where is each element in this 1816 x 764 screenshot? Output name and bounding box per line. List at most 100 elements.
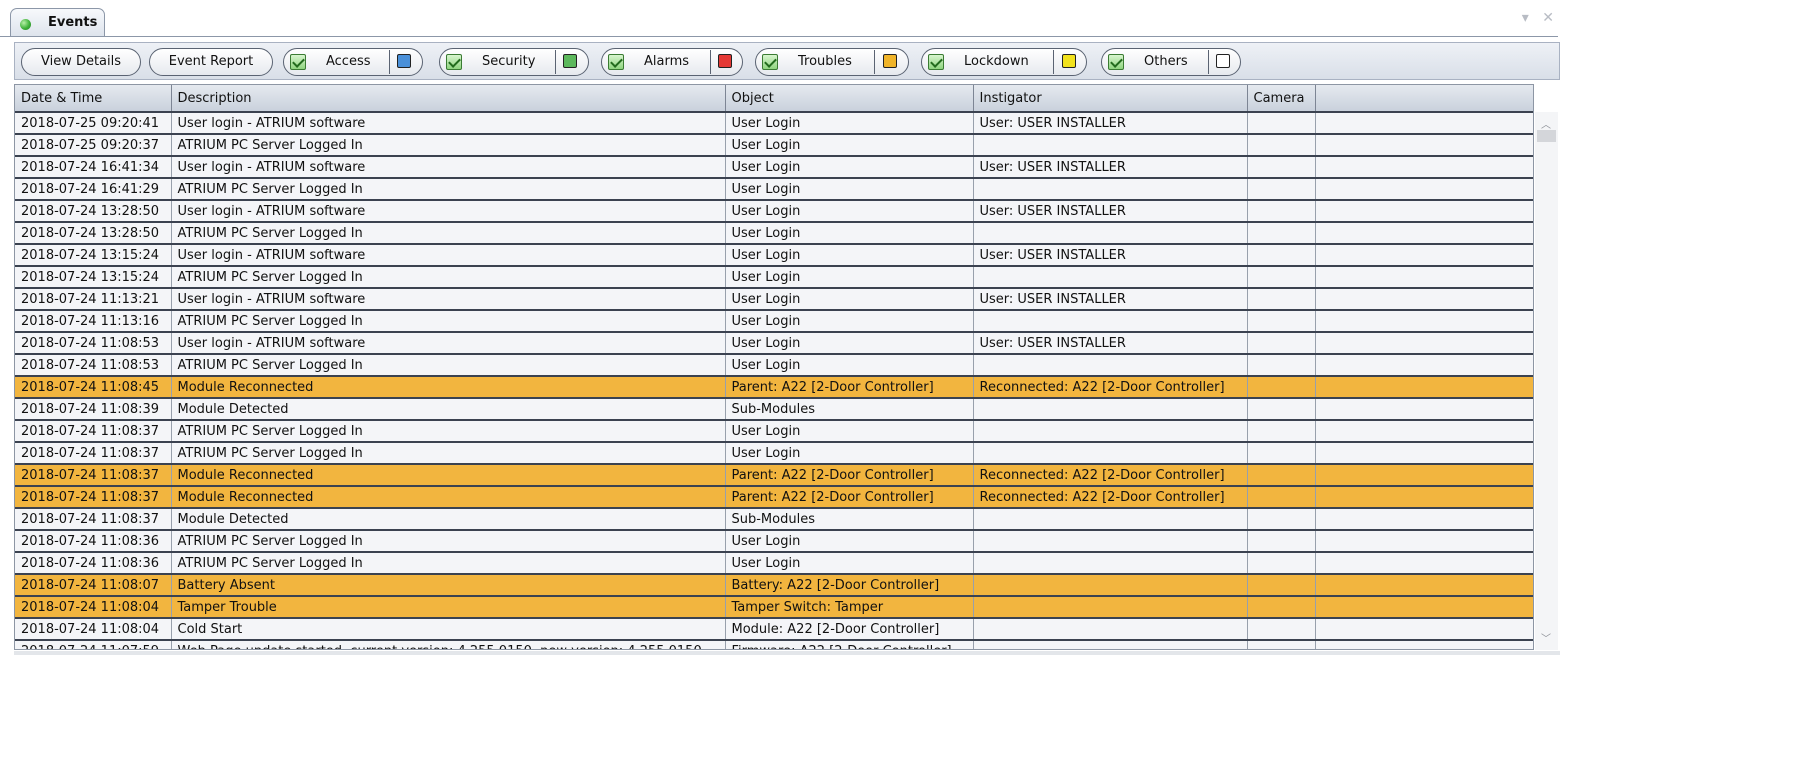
column-header-date-time[interactable]: Date & Time — [15, 85, 172, 113]
column-header-description[interactable]: Description — [171, 85, 726, 113]
cell-object: Sub-Modules — [725, 508, 974, 531]
filter-troubles[interactable]: Troubles — [755, 48, 909, 76]
cell-filler — [1315, 354, 1533, 377]
cell-object: User Login — [725, 244, 974, 267]
table-row[interactable]: 2018-07-24 13:28:50 ATRIUM PC Server Logg… — [15, 222, 1533, 245]
table-row[interactable]: 2018-07-24 13:28:50 User login - ATRIUM s… — [15, 200, 1533, 223]
event-report-button[interactable]: Event Report — [149, 48, 273, 76]
scroll-thumb[interactable] — [1537, 130, 1556, 142]
filter-security-label: Security — [482, 54, 536, 69]
lockdown-color-swatch-icon[interactable] — [1062, 54, 1076, 68]
cell-object: User Login — [725, 354, 974, 377]
checkbox-checked-icon[interactable] — [608, 54, 624, 70]
table-row[interactable]: 2018-07-24 11:08:37 ATRIUM PC Server Logg… — [15, 442, 1533, 465]
filter-access[interactable]: Access — [283, 48, 423, 76]
cell-camera — [1247, 332, 1316, 355]
dropdown-arrow-icon[interactable]: ▾ — [1522, 10, 1529, 26]
cell-camera — [1247, 134, 1316, 157]
table-row[interactable]: 2018-07-24 11:13:21 User login - ATRIUM s… — [15, 288, 1533, 311]
cell-description: Tamper Trouble — [171, 596, 726, 619]
others-color-swatch-icon[interactable] — [1216, 54, 1230, 68]
cell-date-time: 2018-07-24 11:08:45 — [15, 376, 172, 399]
cell-object: User Login — [725, 112, 974, 135]
table-row[interactable]: 2018-07-24 11:08:37 Module Reconnected Par… — [15, 464, 1533, 487]
cell-date-time: 2018-07-24 11:08:37 — [15, 486, 172, 509]
close-icon[interactable]: ✕ — [1542, 10, 1554, 26]
cell-instigator: User: USER INSTALLER — [973, 332, 1248, 355]
column-header-camera[interactable]: Camera — [1247, 85, 1316, 113]
security-color-swatch-icon[interactable] — [563, 54, 577, 68]
cell-object: User Login — [725, 552, 974, 575]
cell-filler — [1315, 310, 1533, 333]
divider — [710, 50, 711, 74]
cell-description: ATRIUM PC Server Logged In — [171, 552, 726, 575]
column-header-filler — [1315, 85, 1533, 113]
table-row[interactable]: 2018-07-24 11:08:04 Tamper Trouble Tamper … — [15, 596, 1533, 619]
table-row[interactable]: 2018-07-24 11:08:37 Module Detected Sub-Mo… — [15, 508, 1533, 531]
cell-instigator: Reconnected: A22 [2-Door Controller] — [973, 486, 1248, 509]
cell-date-time: 2018-07-25 09:20:37 — [15, 134, 172, 157]
view-details-button[interactable]: View Details — [21, 48, 141, 76]
table-row[interactable]: 2018-07-24 11:08:04 Cold Start Module: A22… — [15, 618, 1533, 641]
table-row[interactable]: 2018-07-24 11:08:39 Module Detected Sub-Mo… — [15, 398, 1533, 421]
checkbox-checked-icon[interactable] — [290, 54, 306, 70]
cell-filler — [1315, 222, 1533, 245]
table-row[interactable]: 2018-07-24 11:08:07 Battery Absent Battery… — [15, 574, 1533, 597]
filter-troubles-label: Troubles — [798, 54, 852, 69]
column-header-object[interactable]: Object — [725, 85, 974, 113]
checkbox-checked-icon[interactable] — [446, 54, 462, 70]
filter-alarms[interactable]: Alarms — [601, 48, 743, 76]
tab-bar: Events ▾ ✕ — [0, 0, 1568, 38]
filter-lockdown[interactable]: Lockdown — [921, 48, 1087, 76]
cell-date-time: 2018-07-24 11:08:36 — [15, 552, 172, 575]
table-row[interactable]: 2018-07-24 11:08:53 User login - ATRIUM s… — [15, 332, 1533, 355]
cell-object: Module: A22 [2-Door Controller] — [725, 618, 974, 641]
table-row[interactable]: 2018-07-24 11:08:45 Module Reconnected Par… — [15, 376, 1533, 399]
table-row[interactable]: 2018-07-24 11:08:53 ATRIUM PC Server Logg… — [15, 354, 1533, 377]
table-row[interactable]: 2018-07-24 16:41:29 ATRIUM PC Server Logg… — [15, 178, 1533, 201]
cell-object: Parent: A22 [2-Door Controller] — [725, 376, 974, 399]
checkbox-checked-icon[interactable] — [762, 54, 778, 70]
table-row[interactable]: 2018-07-24 11:08:36 ATRIUM PC Server Logg… — [15, 530, 1533, 553]
checkbox-checked-icon[interactable] — [928, 54, 944, 70]
filter-security[interactable]: Security — [439, 48, 589, 76]
filter-others[interactable]: Others — [1101, 48, 1241, 76]
cell-filler — [1315, 552, 1533, 575]
cell-instigator: Reconnected: A22 [2-Door Controller] — [973, 376, 1248, 399]
cell-description: ATRIUM PC Server Logged In — [171, 178, 726, 201]
cell-date-time: 2018-07-24 11:08:53 — [15, 354, 172, 377]
cell-date-time: 2018-07-24 13:15:24 — [15, 244, 172, 267]
table-row[interactable]: 2018-07-24 11:08:36 ATRIUM PC Server Logg… — [15, 552, 1533, 575]
cell-filler — [1315, 178, 1533, 201]
divider — [874, 50, 875, 74]
table-row[interactable]: 2018-07-24 11:08:37 Module Reconnected Par… — [15, 486, 1533, 509]
cell-description: ATRIUM PC Server Logged In — [171, 530, 726, 553]
table-row[interactable]: 2018-07-24 11:13:16 ATRIUM PC Server Logg… — [15, 310, 1533, 333]
status-indicator-icon — [20, 19, 31, 30]
troubles-color-swatch-icon[interactable] — [883, 54, 897, 68]
cell-instigator — [973, 398, 1248, 421]
cell-object: User Login — [725, 200, 974, 223]
cell-filler — [1315, 244, 1533, 267]
scroll-down-icon[interactable]: ﹀ — [1541, 630, 1551, 645]
access-color-swatch-icon[interactable] — [397, 54, 411, 68]
cell-date-time: 2018-07-24 13:28:50 — [15, 200, 172, 223]
cell-description: Module Reconnected — [171, 486, 726, 509]
vertical-scrollbar[interactable]: ︿ ﹀ — [1535, 112, 1558, 650]
table-row[interactable]: 2018-07-24 13:15:24 ATRIUM PC Server Logg… — [15, 266, 1533, 289]
cell-date-time: 2018-07-24 11:08:37 — [15, 442, 172, 465]
tab-events[interactable]: Events — [10, 8, 105, 37]
column-header-instigator[interactable]: Instigator — [973, 85, 1248, 113]
table-row[interactable]: 2018-07-24 13:15:24 User login - ATRIUM s… — [15, 244, 1533, 267]
filter-lockdown-label: Lockdown — [964, 54, 1029, 69]
cell-filler — [1315, 574, 1533, 597]
table-row[interactable]: 2018-07-24 11:07:59Web Page update start… — [15, 640, 1533, 649]
scroll-up-icon[interactable]: ︿ — [1541, 116, 1551, 131]
table-row[interactable]: 2018-07-24 11:08:37 ATRIUM PC Server Logg… — [15, 420, 1533, 443]
table-row[interactable]: 2018-07-25 09:20:41 User login - ATRIUM s… — [15, 112, 1533, 135]
checkbox-checked-icon[interactable] — [1108, 54, 1124, 70]
table-row[interactable]: 2018-07-24 16:41:34 User login - ATRIUM s… — [15, 156, 1533, 179]
alarms-color-swatch-icon[interactable] — [718, 54, 732, 68]
cell-camera — [1247, 464, 1316, 487]
table-row[interactable]: 2018-07-25 09:20:37 ATRIUM PC Server Logg… — [15, 134, 1533, 157]
